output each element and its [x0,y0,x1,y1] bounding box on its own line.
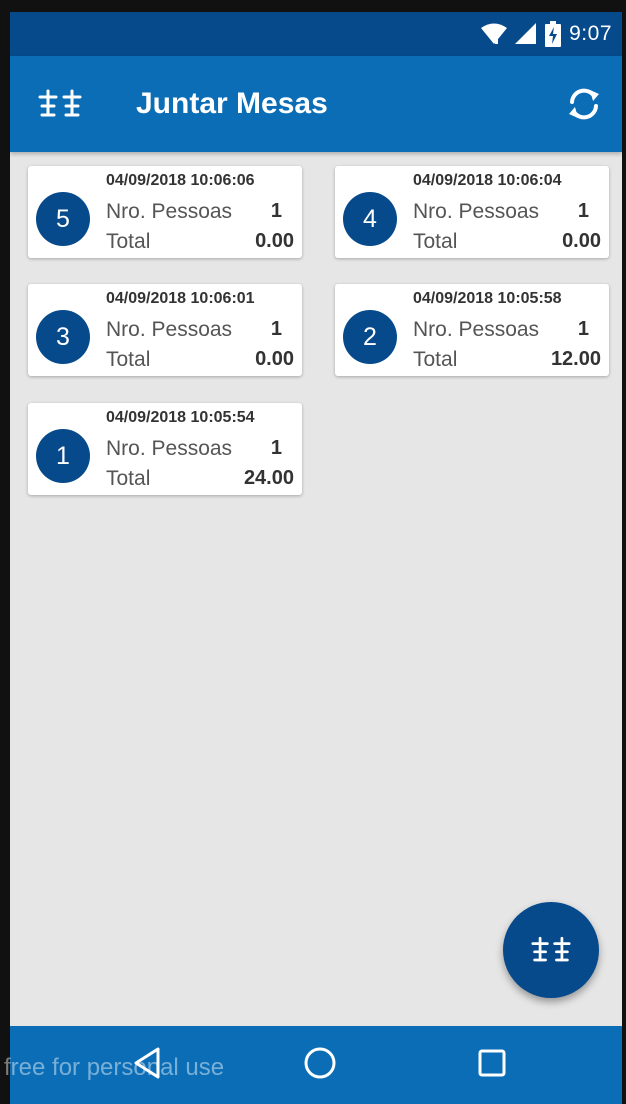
table-number-badge: 5 [36,192,90,246]
table-datetime: 04/09/2018 10:05:58 [413,290,562,307]
total-value: 12.00 [550,348,601,370]
status-icons: 9:07 [481,12,612,56]
status-bar: 9:07 [10,12,622,56]
table-card[interactable]: 1 04/09/2018 10:05:54 Nro. Pessoas 1 Tot… [28,403,302,495]
total-label: Total [413,230,458,253]
people-label: Nro. Pessoas [413,200,540,223]
battery-charging-icon [545,21,562,47]
people-label: Nro. Pessoas [106,318,233,341]
tables-icon[interactable] [38,89,82,119]
table-number-badge: 4 [343,192,397,246]
table-number-badge: 3 [36,310,90,364]
total-value: 0.00 [255,348,294,370]
table-datetime: 04/09/2018 10:05:54 [106,409,255,426]
people-label: Nro. Pessoas [106,200,233,223]
table-card[interactable]: 4 04/09/2018 10:06:04 Nro. Pessoas 1 Tot… [335,166,609,258]
total-label: Total [106,230,151,253]
total-label: Total [106,467,151,490]
app-bar: Juntar Mesas [10,56,622,152]
phone-screen: 9:07 Juntar Mesas 5 04/09/2018 10:06:06 … [0,0,626,1104]
total-label: Total [106,348,151,371]
table-number-badge: 2 [343,310,397,364]
watermark-text: free for personal use [4,1054,225,1081]
people-label: Nro. Pessoas [413,318,540,341]
table-card[interactable]: 3 04/09/2018 10:06:01 Nro. Pessoas 1 Tot… [28,284,302,376]
signal-icon [515,23,537,44]
tables-icon [531,936,571,962]
page-title: Juntar Mesas [136,87,328,120]
total-value: 0.00 [255,230,294,252]
table-card[interactable]: 5 04/09/2018 10:06:06 Nro. Pessoas 1 Tot… [28,166,302,258]
people-count: 1 [270,200,282,222]
join-tables-button[interactable] [503,902,599,998]
people-count: 1 [270,318,282,340]
people-count: 1 [577,318,589,340]
total-value: 24.00 [243,467,294,489]
table-datetime: 04/09/2018 10:06:04 [413,172,562,189]
total-label: Total [413,348,458,371]
status-time: 9:07 [569,22,612,45]
table-number-badge: 1 [36,429,90,483]
table-datetime: 04/09/2018 10:06:06 [106,172,255,189]
people-count: 1 [270,437,282,459]
total-value: 0.00 [562,230,601,252]
people-count: 1 [577,200,589,222]
wifi-icon [481,23,508,44]
refresh-icon[interactable] [564,84,604,124]
recents-icon[interactable] [478,1049,506,1077]
home-icon[interactable] [303,1046,337,1080]
table-datetime: 04/09/2018 10:06:01 [106,290,255,307]
table-card[interactable]: 2 04/09/2018 10:05:58 Nro. Pessoas 1 Tot… [335,284,609,376]
people-label: Nro. Pessoas [106,437,233,460]
